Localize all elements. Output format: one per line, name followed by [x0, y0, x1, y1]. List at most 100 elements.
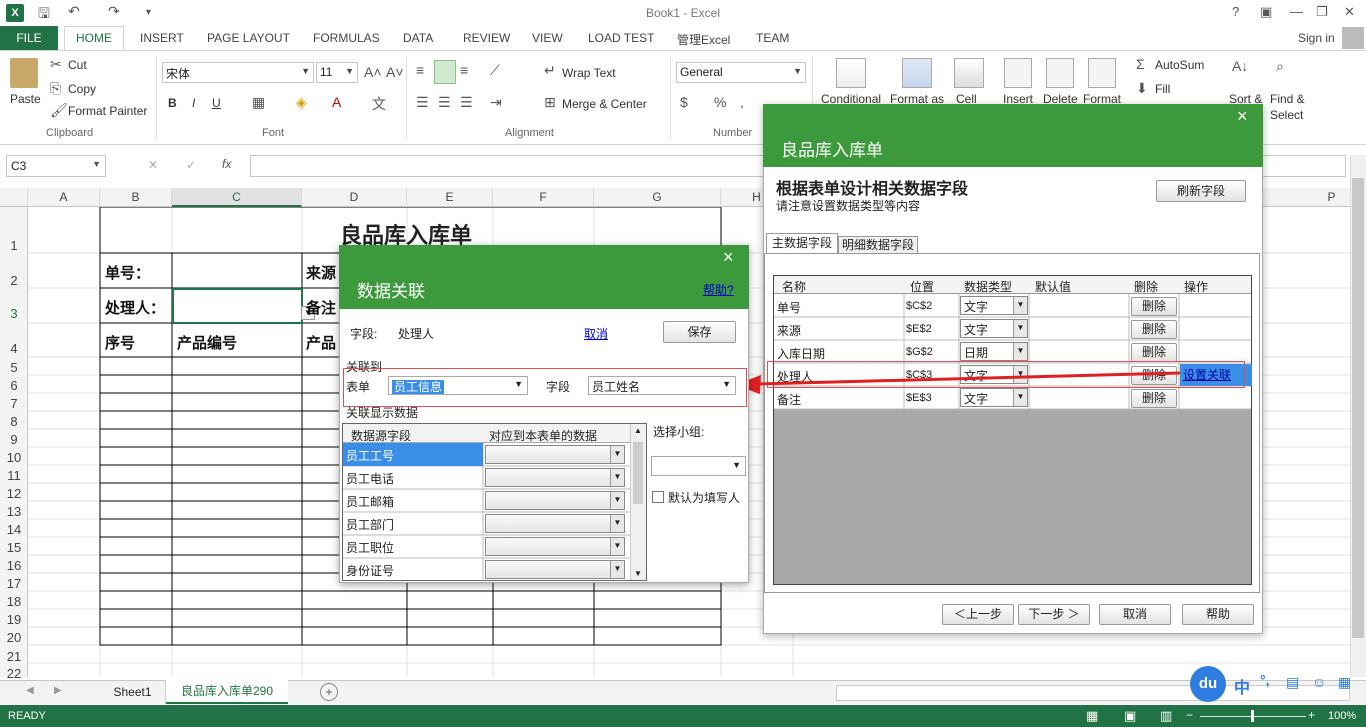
name-box[interactable]: C3 ▼ — [6, 155, 106, 177]
ime-user-icon[interactable]: ☺ — [1312, 674, 1326, 690]
phonetic-icon[interactable]: 文 — [372, 94, 386, 114]
insert-function-icon[interactable]: fx — [222, 157, 231, 171]
normal-view-icon[interactable]: ▦ — [1086, 708, 1098, 724]
source-field-item[interactable]: 员工工号 — [346, 447, 394, 464]
tab-detail-fields[interactable]: 明细数据字段 — [838, 236, 918, 254]
copy-button[interactable]: Copy — [68, 82, 96, 96]
field-type-select[interactable]: 文字 ▼ — [960, 296, 1028, 315]
grow-font-icon[interactable]: A˄ — [364, 64, 382, 80]
ime-logo[interactable]: du — [1190, 666, 1226, 702]
scroll-tabs-left-icon[interactable]: ◀ — [26, 685, 34, 696]
cell-d2[interactable]: 来源 — [306, 262, 336, 283]
group-select[interactable]: ▼ — [651, 456, 746, 476]
tab-data[interactable]: DATA — [403, 31, 433, 45]
page-layout-view-icon[interactable]: ▣ — [1124, 708, 1136, 724]
wrap-text-button[interactable]: Wrap Text — [562, 66, 616, 80]
zoom-level[interactable]: 100% — [1328, 710, 1356, 722]
row-header[interactable]: 1 — [0, 238, 28, 253]
row-header[interactable]: 14 — [0, 522, 28, 537]
font-color-icon[interactable]: A — [332, 94, 341, 110]
tab-view[interactable]: VIEW — [532, 31, 563, 45]
column-header-e[interactable]: E — [407, 188, 493, 207]
row-header[interactable]: 16 — [0, 558, 28, 573]
indent-icon[interactable]: ⇥ — [490, 94, 502, 111]
tab-page-layout[interactable]: PAGE LAYOUT — [207, 31, 290, 45]
row-header[interactable]: 6 — [0, 378, 28, 393]
align-top-icon[interactable]: ≡ — [416, 62, 424, 78]
column-header-c[interactable]: C — [172, 188, 302, 207]
row-header[interactable]: 9 — [0, 432, 28, 447]
percent-button[interactable]: % — [714, 94, 726, 110]
ime-grid-icon[interactable]: ▦ — [1338, 674, 1351, 691]
find-select-button[interactable]: Find & — [1270, 92, 1305, 106]
cell-d4[interactable]: 产品 — [306, 332, 336, 353]
column-header-b[interactable]: B — [100, 188, 172, 207]
minimize-icon[interactable]: — — [1290, 4, 1303, 19]
selected-cell-c3[interactable] — [172, 288, 303, 324]
row-header[interactable]: 22 — [0, 666, 28, 681]
target-field-select[interactable]: ▼ — [485, 491, 625, 510]
mapping-scroll-thumb[interactable] — [633, 442, 643, 504]
italic-button[interactable]: I — [192, 96, 195, 110]
row-header[interactable]: 8 — [0, 414, 28, 429]
cancel-entry-icon[interactable]: ✕ — [148, 158, 158, 172]
tab-insert[interactable]: INSERT — [140, 31, 184, 45]
prev-step-button[interactable]: ＜上一步 — [942, 604, 1014, 625]
align-left-icon[interactable]: ☰ — [416, 94, 429, 111]
wizard-help-button[interactable]: 帮助 — [1182, 604, 1254, 625]
font-size-select[interactable]: 11 ▼ — [316, 62, 358, 83]
tab-team[interactable]: TEAM — [756, 31, 789, 45]
target-field-select[interactable]: ▼ — [485, 445, 625, 464]
column-header-a[interactable]: A — [28, 188, 100, 207]
relation-help-link[interactable]: 帮助? — [703, 281, 734, 298]
target-field-select[interactable]: ▼ — [485, 514, 625, 533]
select-all[interactable] — [0, 188, 28, 207]
format-painter-button[interactable]: Format Painter — [68, 104, 147, 118]
field-name[interactable]: 来源 — [777, 322, 801, 339]
row-header[interactable]: 18 — [0, 594, 28, 609]
close-window-icon[interactable]: ✕ — [1344, 4, 1355, 20]
target-field-select[interactable]: ▼ — [485, 537, 625, 556]
row-header[interactable]: 20 — [0, 630, 28, 645]
cell-d3[interactable]: 备注 — [306, 297, 336, 318]
field-type-select[interactable]: 文字 ▼ — [960, 319, 1028, 338]
row-header[interactable]: 2 — [0, 273, 28, 288]
cell-b3[interactable]: 处理人： — [105, 297, 165, 318]
next-step-button[interactable]: 下一步 ＞ — [1018, 604, 1090, 625]
page-break-view-icon[interactable]: ▥ — [1160, 708, 1172, 724]
row-header[interactable]: 5 — [0, 360, 28, 375]
delete-field-button[interactable]: 删除 — [1131, 297, 1177, 316]
source-field-item[interactable]: 员工邮箱 — [346, 493, 394, 510]
help-button[interactable]: ? — [1232, 4, 1239, 19]
scroll-tabs-right-icon[interactable]: ▶ — [54, 685, 62, 696]
ribbon-display-icon[interactable]: ▣ — [1260, 4, 1272, 20]
tab-file[interactable]: FILE — [0, 26, 58, 50]
ime-toolbox-icon[interactable]: ▤ — [1286, 674, 1299, 691]
ime-lang[interactable]: 中 — [1234, 674, 1250, 698]
target-field-select[interactable]: ▼ — [485, 560, 625, 579]
tab-manage-excel[interactable]: 管理Excel — [677, 31, 730, 48]
row-header[interactable]: 3 — [0, 306, 28, 321]
underline-button[interactable]: U — [212, 96, 221, 110]
align-middle-icon[interactable] — [434, 60, 456, 84]
tab-main-fields[interactable]: 主数据字段 — [766, 233, 838, 254]
delete-field-button[interactable]: 删除 — [1131, 343, 1177, 362]
sheet-tab-inbound[interactable]: 良品库入库单290 — [166, 680, 288, 704]
avatar[interactable] — [1342, 27, 1364, 49]
default-writer-checkbox[interactable] — [652, 491, 664, 503]
row-header[interactable]: 19 — [0, 612, 28, 627]
accounting-icon[interactable]: $ — [680, 94, 688, 110]
column-header-f[interactable]: F — [493, 188, 594, 207]
row-header[interactable]: 21 — [0, 649, 28, 664]
sheet-tab-sheet1[interactable]: Sheet1 — [100, 681, 166, 704]
row-header[interactable]: 7 — [0, 396, 28, 411]
cell-c4[interactable]: 产品编号 — [177, 332, 237, 353]
fill-button[interactable]: Fill — [1155, 82, 1170, 96]
fill-color-icon[interactable]: ◈ — [296, 94, 307, 111]
autosum-button[interactable]: AutoSum — [1155, 58, 1204, 72]
row-header[interactable]: 10 — [0, 450, 28, 465]
field-type-select[interactable]: 日期 ▼ — [960, 342, 1028, 361]
source-field-item[interactable]: 身份证号 — [346, 562, 394, 579]
relation-close-button[interactable]: × — [723, 247, 734, 268]
target-field-select[interactable]: ▼ — [485, 468, 625, 487]
